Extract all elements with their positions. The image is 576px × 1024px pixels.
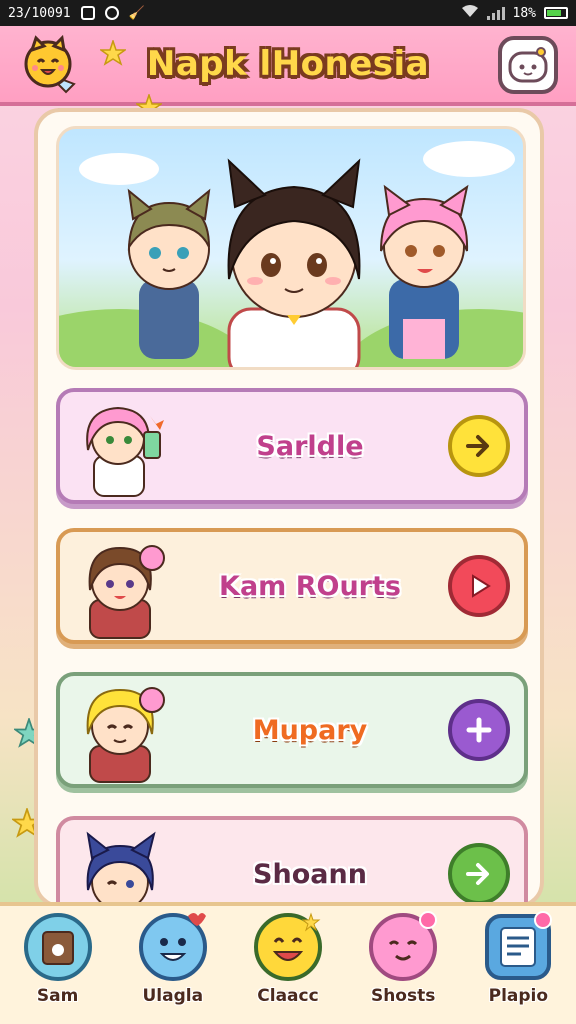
nav-item-sam[interactable]: Sam: [6, 910, 110, 1006]
pet-face-icon: [508, 47, 548, 83]
blonde-hair-avatar: [86, 687, 165, 783]
nav-label: Shosts: [370, 986, 436, 1006]
battery-icon: [544, 7, 568, 19]
status-time: 23/10091: [8, 5, 71, 21]
nav-item-plapio[interactable]: Plapio: [466, 910, 570, 1006]
menu-card-label: Sarldle: [256, 430, 364, 462]
ticket-icon: [23, 913, 92, 981]
wifi-icon: [461, 4, 479, 22]
nav-label: Ulagla: [142, 986, 204, 1006]
star-icon: [100, 40, 126, 66]
menu-card-kam-rourts[interactable]: Kam ROurts: [56, 528, 528, 644]
menu-card-mupary[interactable]: Mupary: [56, 672, 528, 788]
document-icon: [485, 911, 553, 980]
arrow-right-button[interactable]: [448, 843, 510, 904]
main-panel: Sarldle Kam ROurts Mupary Shoann: [34, 108, 544, 908]
pink-blob-icon: [369, 911, 438, 981]
blue-creature-icon: [138, 913, 207, 981]
notification-icon: [80, 6, 95, 20]
menu-card-shoann[interactable]: Shoann: [56, 816, 528, 904]
blue-hair-avatar: [86, 831, 156, 904]
status-bar: 23/10091 🧹 18%: [0, 0, 576, 26]
play-button[interactable]: [448, 555, 510, 617]
clock-icon: [104, 6, 119, 20]
plus-button[interactable]: [448, 699, 510, 761]
arrow-right-button[interactable]: [448, 415, 510, 477]
menu-card-label: Mupary: [252, 714, 368, 746]
nav-item-shosts[interactable]: Shosts: [351, 910, 455, 1006]
menu-card-label: Kam ROurts: [219, 570, 401, 602]
app-title: Napk lHonesia: [146, 44, 430, 84]
smiley-icon: [253, 912, 322, 981]
plus-icon: [466, 717, 492, 743]
menu-card-label: Shoann: [253, 858, 367, 890]
mascot-icon[interactable]: [18, 34, 82, 96]
arrow-right-icon: [466, 435, 489, 457]
hero-banner: [56, 126, 526, 370]
nav-item-claacc[interactable]: Claacc: [236, 910, 340, 1006]
brown-hair-avatar: [88, 545, 165, 639]
cleaner-icon: 🧹: [128, 5, 145, 21]
nav-label: Claacc: [257, 986, 319, 1006]
arrow-right-icon: [466, 863, 489, 885]
hero-characters-illustration: [59, 141, 523, 367]
nav-label: Plapio: [488, 986, 549, 1006]
pink-hair-avatar: [86, 406, 164, 497]
battery-percent: 18%: [512, 5, 536, 21]
app-header: Napk lHonesia: [0, 26, 576, 106]
nav-label: Sam: [36, 986, 79, 1006]
signal-icon: [486, 6, 505, 20]
bottom-nav: Sam Ulagla Claacc Shosts Plapio: [0, 902, 576, 1024]
menu-card-sarldle[interactable]: Sarldle: [56, 388, 528, 504]
profile-button[interactable]: [498, 36, 558, 94]
nav-item-ulagla[interactable]: Ulagla: [121, 910, 225, 1006]
play-icon: [472, 574, 491, 598]
